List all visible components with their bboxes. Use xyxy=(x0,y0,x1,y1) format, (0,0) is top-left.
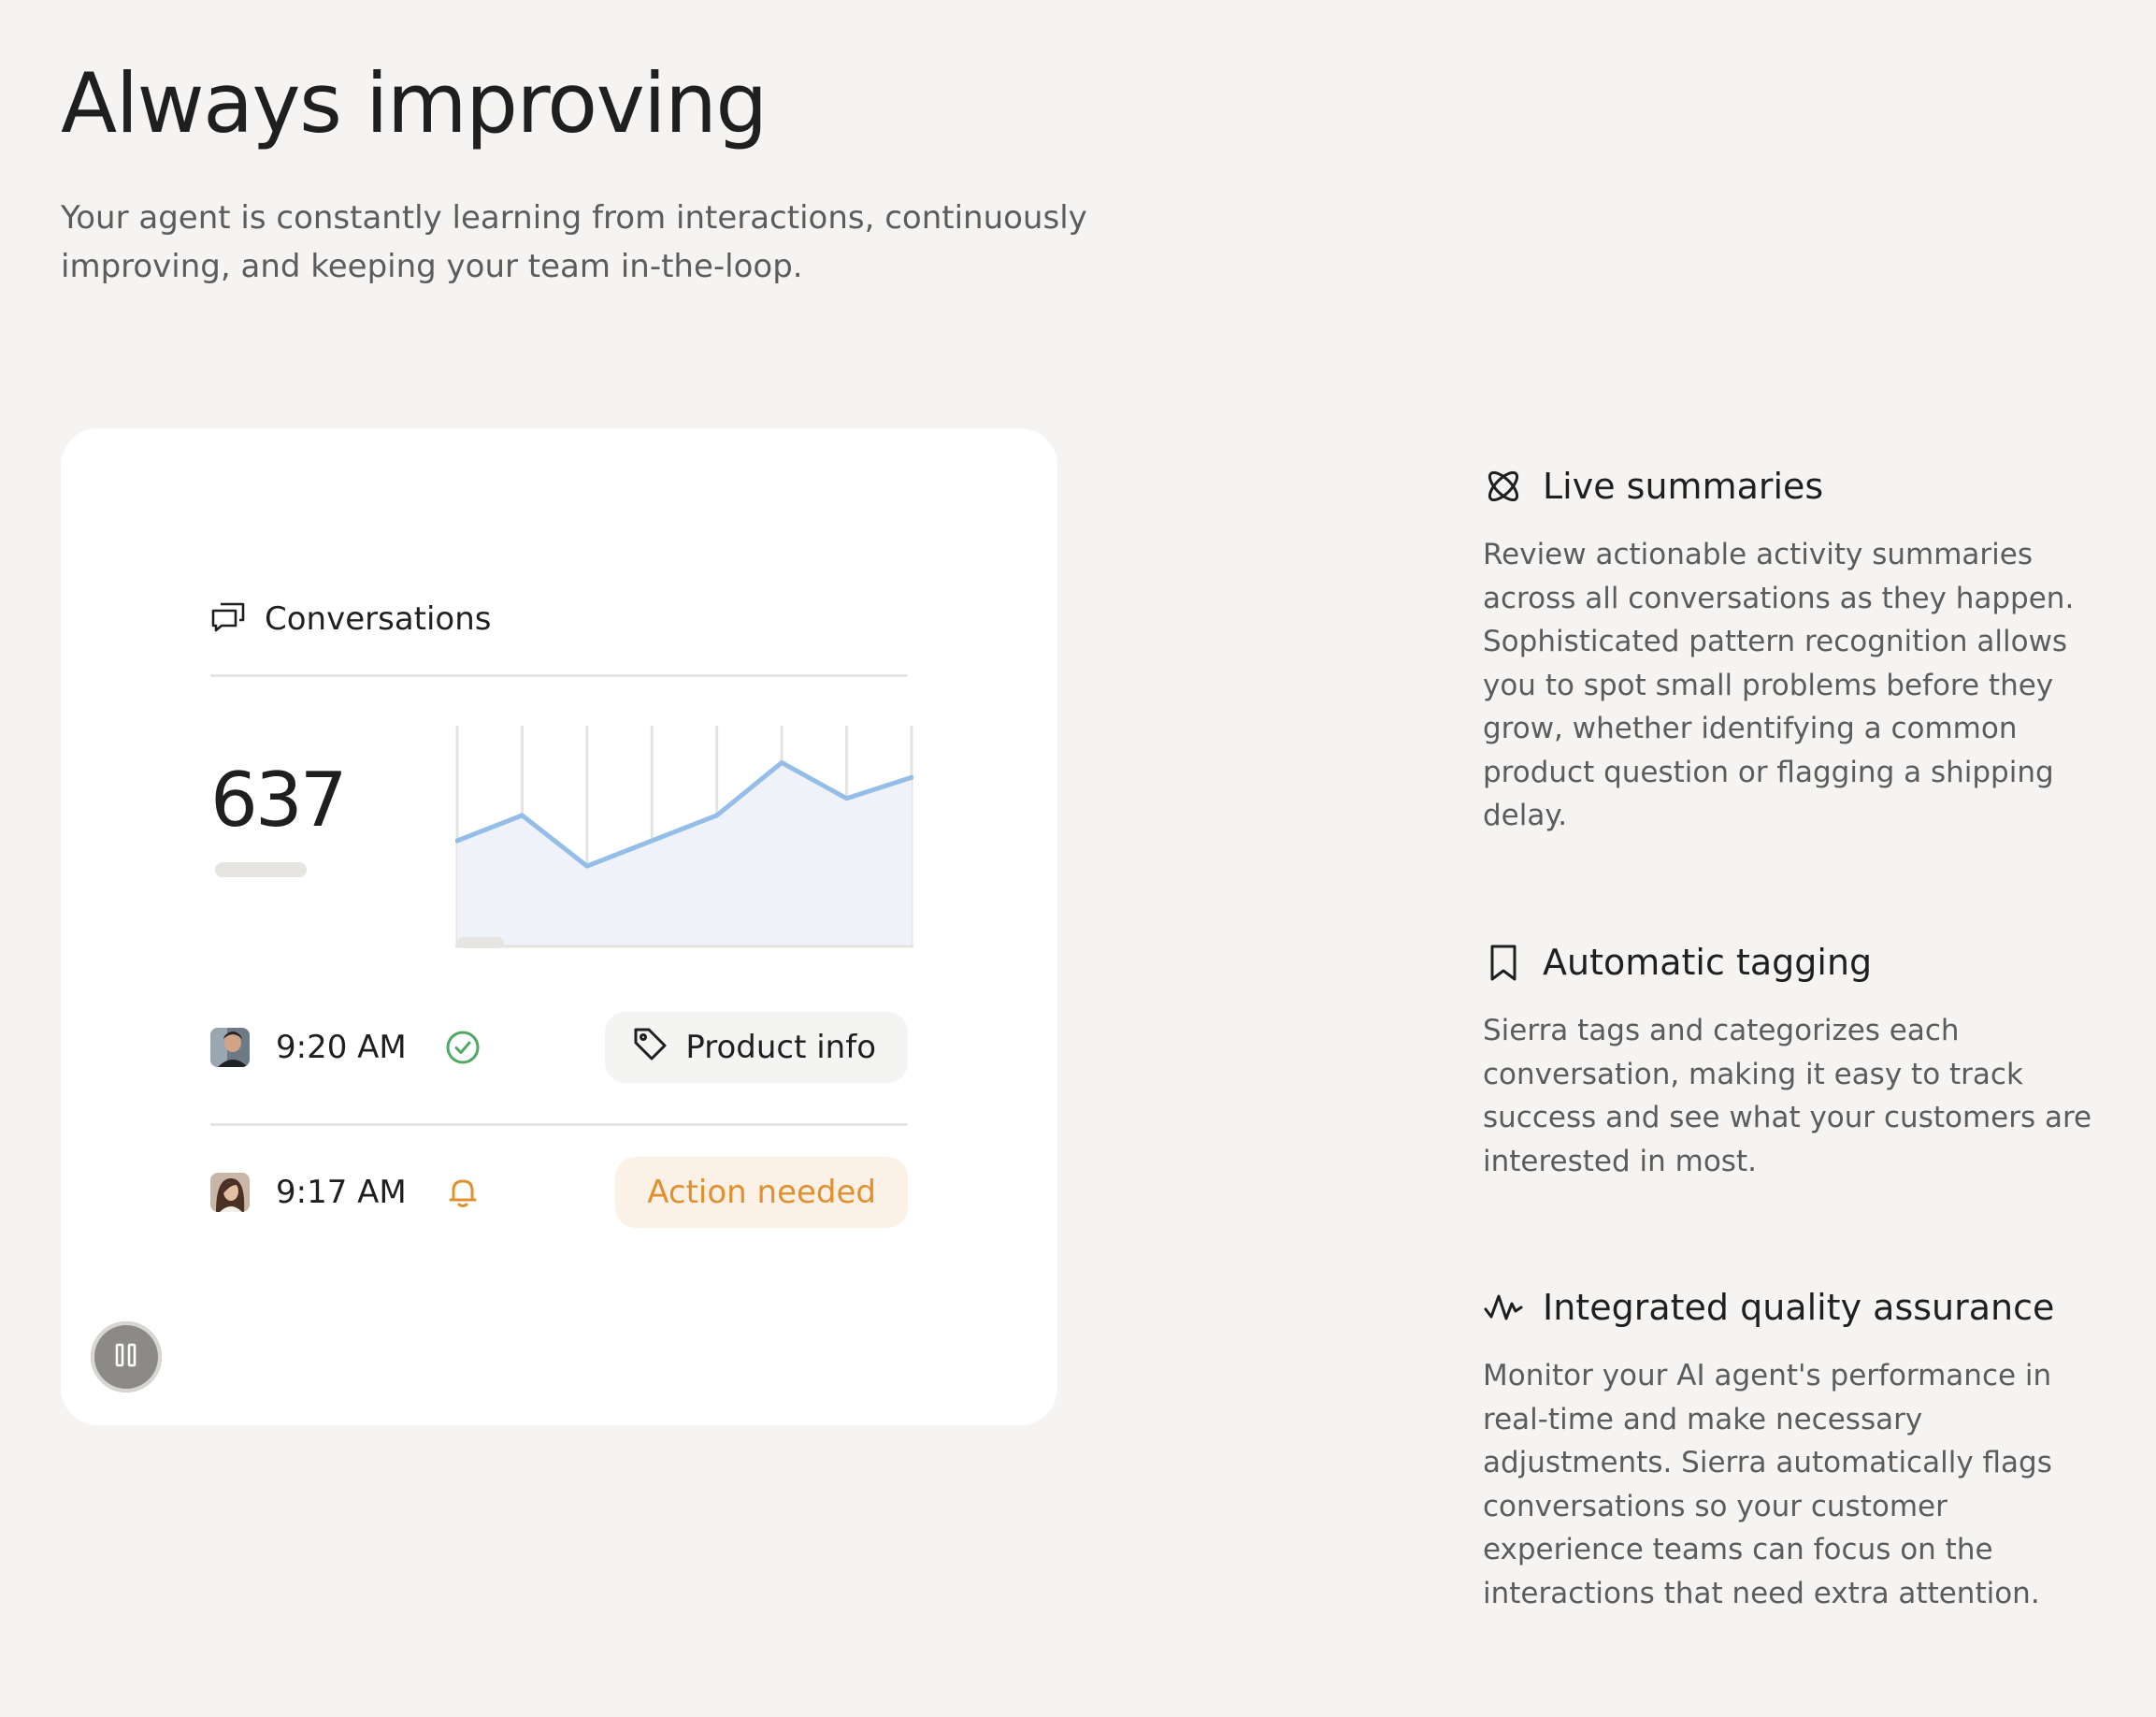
tag-action-needed[interactable]: Action needed xyxy=(615,1157,908,1228)
feature-quality-assurance: Integrated quality assurance Monitor you… xyxy=(1483,1281,2100,1615)
conversations-chart xyxy=(455,726,913,948)
feature-title: Integrated quality assurance xyxy=(1543,1287,2055,1328)
pause-icon xyxy=(114,1342,138,1372)
feature-description: Monitor your AI agent's performance in r… xyxy=(1483,1359,2052,1610)
chart-axis-placeholder xyxy=(457,937,504,948)
header-divider xyxy=(210,674,908,677)
tag-product-info[interactable]: Product info xyxy=(605,1012,908,1083)
feature-title: Live summaries xyxy=(1543,466,1824,507)
bell-icon xyxy=(444,1174,482,1211)
row-divider xyxy=(210,1123,908,1126)
bookmark-icon xyxy=(1483,942,1524,983)
page-subtitle: Your agent is constantly learning from i… xyxy=(61,199,1087,285)
atom-icon xyxy=(1483,466,1524,507)
conversation-time: 9:20 AM xyxy=(276,1029,407,1066)
feature-title: Automatic tagging xyxy=(1543,942,1873,983)
avatar xyxy=(210,1173,250,1212)
count-caption-placeholder xyxy=(215,862,307,877)
conversation-time: 9:17 AM xyxy=(276,1174,407,1211)
feature-automatic-tagging: Automatic tagging Sierra tags and catego… xyxy=(1483,936,2100,1183)
feature-description: Review actionable activity summaries acr… xyxy=(1483,538,2075,832)
page-title: Always improving xyxy=(61,55,768,152)
price-tag-icon xyxy=(631,1025,668,1071)
tag-label: Product info xyxy=(685,1029,876,1066)
avatar xyxy=(210,1028,250,1067)
tag-label: Action needed xyxy=(647,1174,876,1211)
chart-area xyxy=(457,762,912,946)
conversation-row-1[interactable]: 9:20 AM Product info xyxy=(210,1012,908,1083)
conversation-count: 637 xyxy=(210,757,348,844)
check-circle-icon xyxy=(444,1029,482,1066)
chat-bubbles-icon xyxy=(210,601,246,637)
feature-live-summaries: Live summaries Review actionable activit… xyxy=(1483,460,2100,838)
feature-description: Sierra tags and categorizes each convers… xyxy=(1483,1014,2092,1178)
conversations-label: Conversations xyxy=(265,600,492,638)
pause-button[interactable] xyxy=(91,1321,162,1392)
conversations-card: Conversations 637 9:20 AM Product info 9… xyxy=(61,428,1057,1425)
conversation-row-2[interactable]: 9:17 AM Action needed xyxy=(210,1157,908,1228)
conversations-header: Conversations xyxy=(210,597,908,642)
activity-wave-icon xyxy=(1483,1287,1524,1328)
